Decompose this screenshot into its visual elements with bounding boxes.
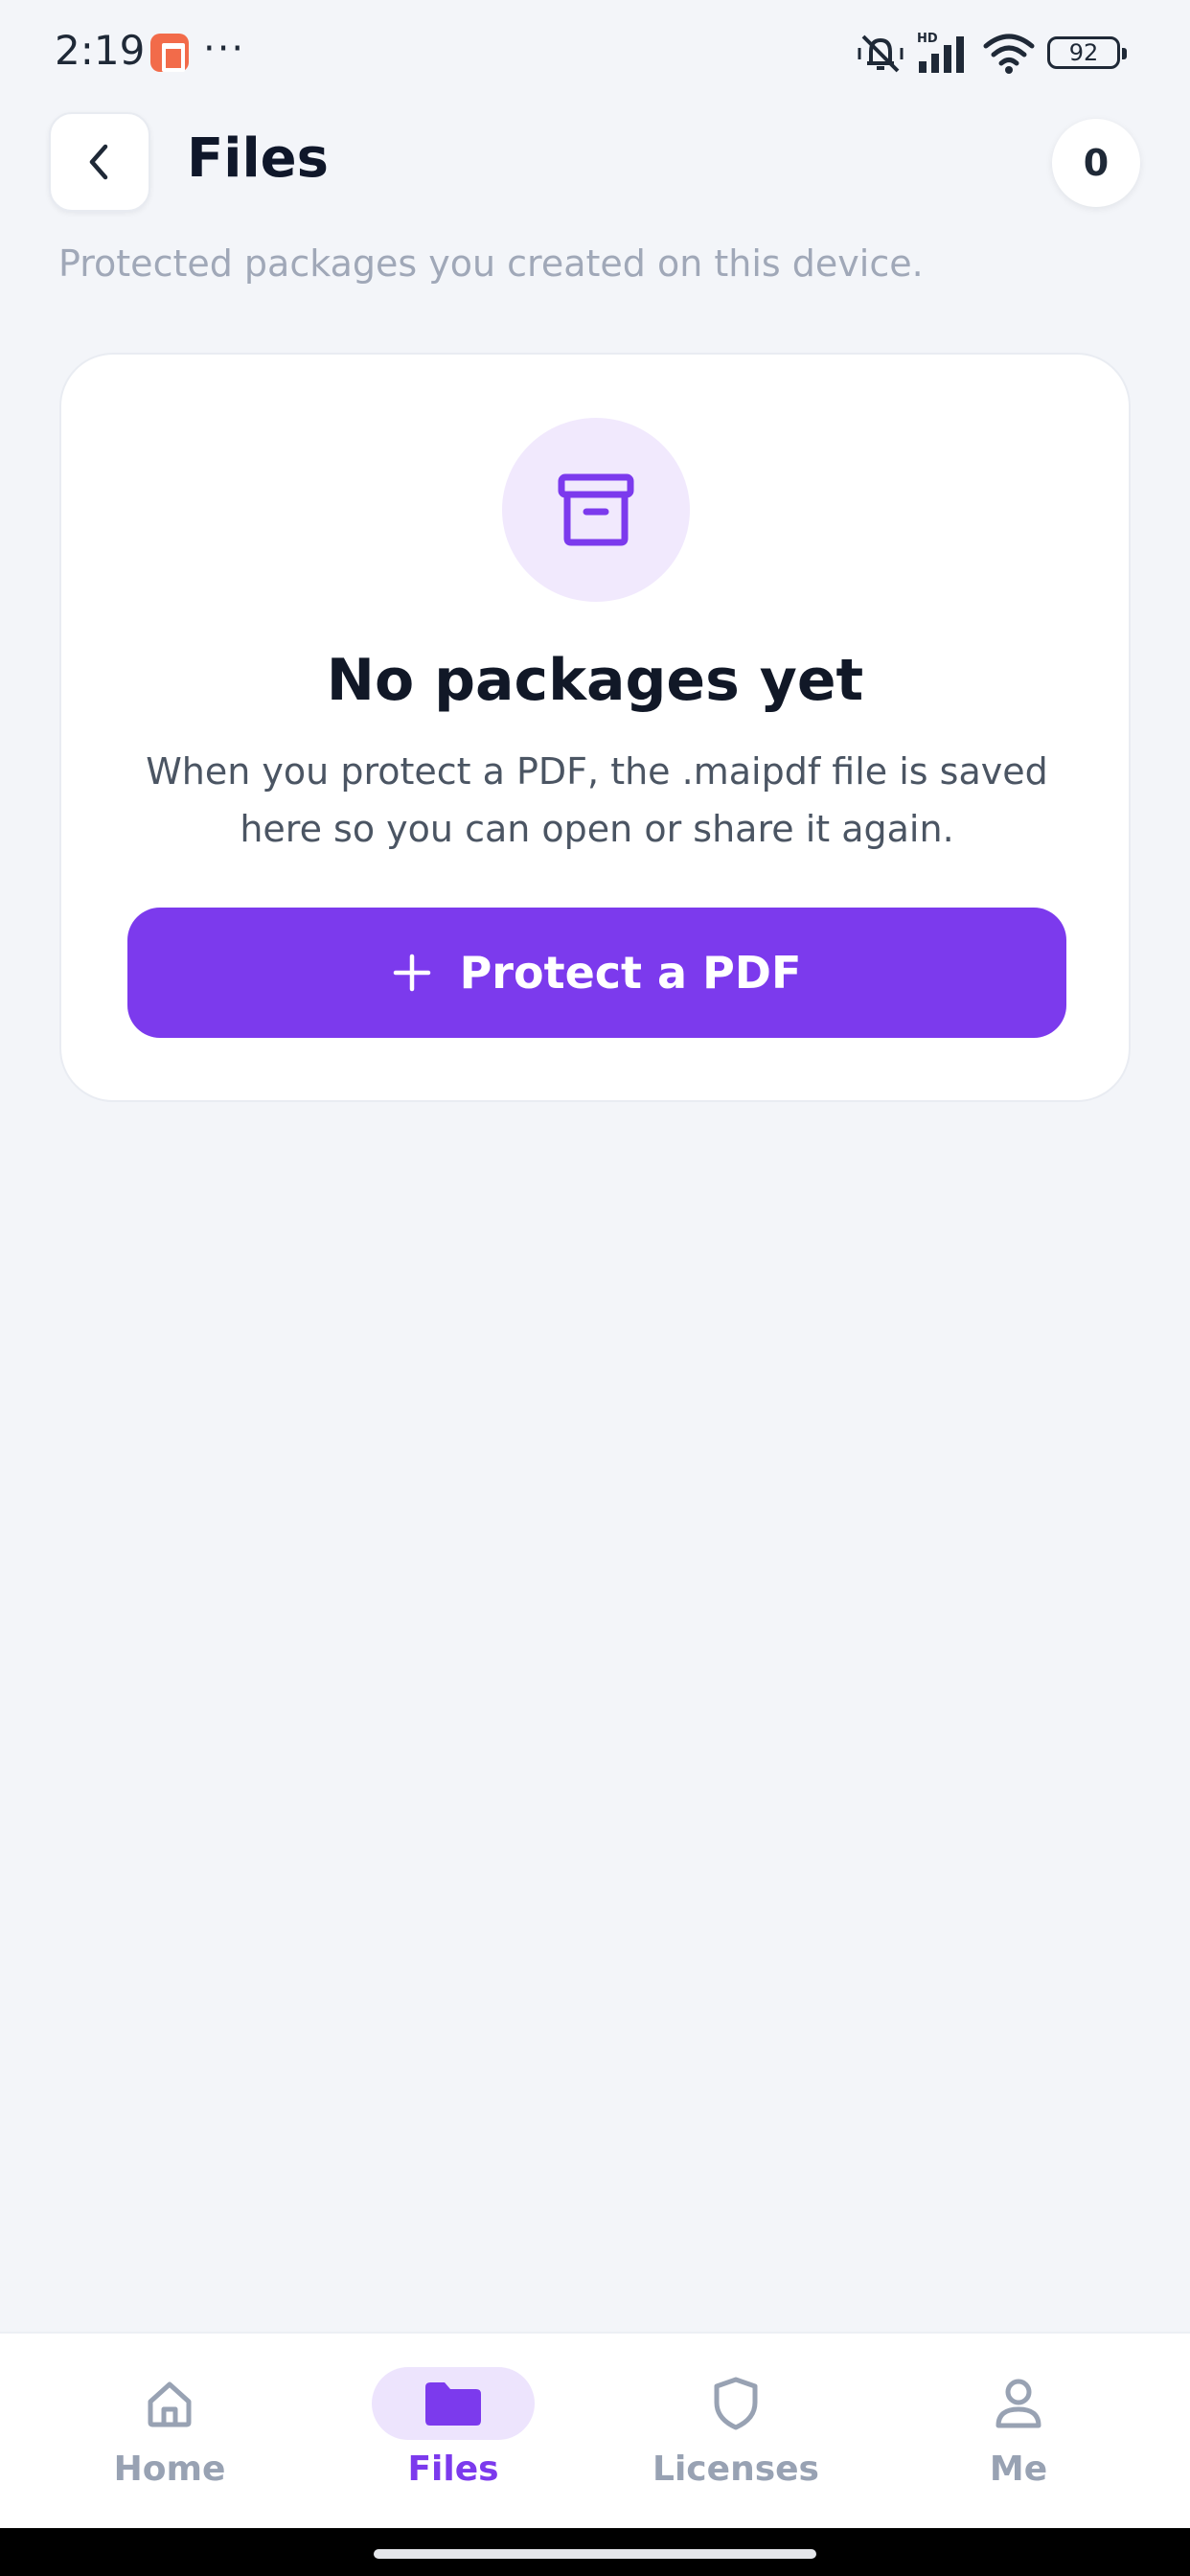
plus-icon xyxy=(393,954,430,992)
page-subtitle: Protected packages you created on this d… xyxy=(58,242,924,285)
nav-item-licenses[interactable]: Licenses xyxy=(592,2334,880,2530)
nav-label-me: Me xyxy=(989,2450,1048,2489)
status-bar: 2:19 ··· HD 92 xyxy=(0,0,1190,105)
battery-indicator: 92 xyxy=(1047,36,1127,69)
empty-state-icon-container xyxy=(502,418,690,602)
person-icon xyxy=(995,2379,1041,2428)
folder-icon xyxy=(425,2382,481,2426)
notification-app-icon xyxy=(150,34,189,72)
nav-icon-container xyxy=(654,2367,817,2440)
bottom-navigation: Home Files Licenses Me xyxy=(0,2332,1190,2528)
home-icon xyxy=(148,2381,192,2427)
page-title: Files xyxy=(187,127,329,190)
svg-text:HD: HD xyxy=(917,32,938,46)
vibrate-mute-icon xyxy=(858,34,904,73)
package-count-badge: 0 xyxy=(1052,119,1140,207)
back-button[interactable] xyxy=(49,112,150,212)
nav-icon-container xyxy=(937,2367,1100,2440)
nav-label-licenses: Licenses xyxy=(652,2450,819,2489)
empty-state-card: No packages yet When you protect a PDF, … xyxy=(59,353,1131,1102)
wifi-icon xyxy=(983,34,1035,74)
shield-icon xyxy=(714,2377,758,2430)
empty-state-description: When you protect a PDF, the .maipdf file… xyxy=(146,750,1048,850)
home-gesture-handle[interactable] xyxy=(374,2549,816,2559)
nav-item-files[interactable]: Files xyxy=(309,2334,597,2530)
empty-state-title: No packages yet xyxy=(326,647,864,714)
nav-item-me[interactable]: Me xyxy=(875,2334,1162,2530)
nav-label-files: Files xyxy=(407,2450,499,2489)
more-notifications-icon: ··· xyxy=(203,27,246,71)
protect-pdf-button[interactable]: Protect a PDF xyxy=(127,908,1066,1038)
nav-item-home[interactable]: Home xyxy=(26,2334,313,2530)
chevron-left-icon xyxy=(89,144,108,180)
nav-label-home: Home xyxy=(113,2450,226,2489)
system-gesture-area xyxy=(0,2528,1190,2576)
archive-box-icon xyxy=(558,473,634,546)
signal-hd-icon: HD xyxy=(917,32,964,73)
nav-icon-container xyxy=(88,2367,251,2440)
status-time: 2:19 xyxy=(55,27,146,74)
protect-pdf-button-label: Protect a PDF xyxy=(459,947,802,999)
nav-icon-container xyxy=(372,2367,535,2440)
